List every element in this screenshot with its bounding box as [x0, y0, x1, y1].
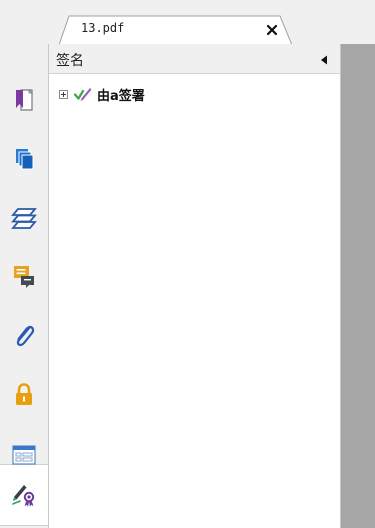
pdf-reader-window: 13.pdf 签名 由a签署	[0, 0, 375, 528]
pages-thumbnail-icon	[16, 149, 34, 170]
triangle-left-icon[interactable]	[320, 55, 328, 65]
sidebar-item-form[interactable]	[4, 435, 44, 475]
sidebar-item-pages[interactable]	[4, 139, 44, 179]
layers-icon	[11, 208, 37, 229]
signature-panel: 签名 由a签署	[48, 44, 341, 528]
document-view-area[interactable]	[341, 44, 375, 528]
sidebar-item-signatures[interactable]	[4, 475, 44, 515]
comment-icon	[14, 266, 34, 288]
sidebar-rail	[0, 44, 48, 528]
form-fields-icon	[12, 445, 36, 465]
document-tab[interactable]: 13.pdf	[59, 15, 292, 45]
bookmark-icon	[16, 89, 33, 111]
panel-title: 签名	[56, 53, 84, 69]
paperclip-icon	[16, 325, 35, 347]
signature-panel-icon	[12, 485, 35, 507]
sidebar-item-comments[interactable]	[4, 257, 44, 297]
sidebar-item-security[interactable]	[4, 375, 44, 415]
sidebar-item-layers[interactable]	[4, 198, 44, 238]
lock-icon	[16, 383, 32, 405]
close-icon[interactable]	[265, 23, 279, 37]
sidebar-item-bookmarks[interactable]	[4, 80, 44, 120]
valid-signature-icon	[74, 88, 92, 102]
sidebar-item-attachments[interactable]	[4, 316, 44, 356]
tab-title: 13.pdf	[81, 21, 125, 35]
signature-label: 由a签署	[97, 88, 145, 104]
panel-header: 签名	[49, 44, 340, 74]
signature-tree-item[interactable]: 由a签署	[59, 84, 145, 104]
expand-icon[interactable]	[59, 89, 68, 99]
tab-bar: 13.pdf	[0, 0, 375, 45]
